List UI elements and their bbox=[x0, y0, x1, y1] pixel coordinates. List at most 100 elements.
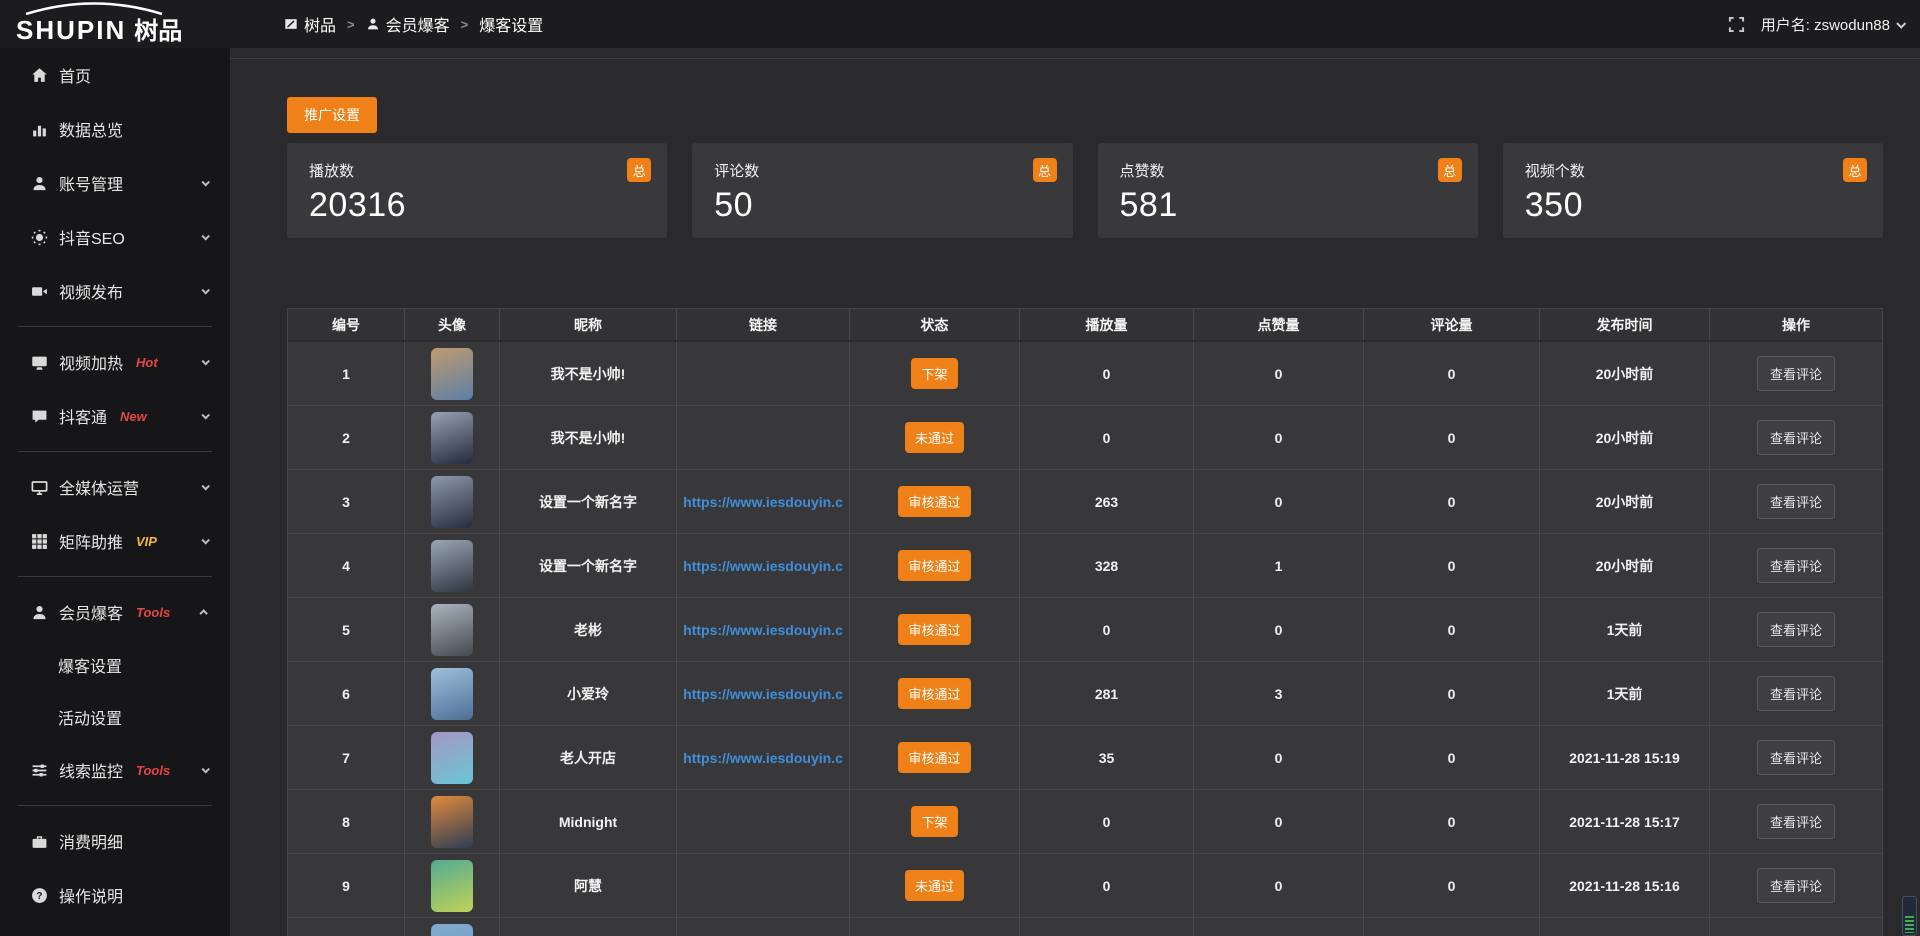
sidebar-item-抖音SEO[interactable]: 抖音SEO bbox=[0, 210, 230, 264]
sidebar-subitem-活动设置[interactable]: 活动设置 bbox=[0, 691, 230, 743]
promotion-settings-button[interactable]: 推广设置 bbox=[287, 97, 377, 133]
cell-action: 查看评论 bbox=[1710, 854, 1882, 917]
cell-link: https://www.iesdouyin.c bbox=[677, 470, 850, 533]
view-comments-button[interactable]: 查看评论 bbox=[1757, 484, 1835, 519]
cell-action: 查看评论 bbox=[1710, 534, 1882, 597]
cell-published bbox=[1540, 918, 1710, 936]
cell-id: 3 bbox=[288, 470, 405, 533]
cell-nickname: 我不是小帅! bbox=[500, 406, 677, 469]
view-comments-button[interactable]: 查看评论 bbox=[1757, 420, 1835, 455]
sidebar-item-label: 线索监控 bbox=[59, 758, 123, 782]
cell-status: 审核通过 bbox=[850, 598, 1020, 661]
cell-nickname: 设置一个新名字 bbox=[500, 534, 677, 597]
sidebar-item-视频加热[interactable]: 视频加热 Hot bbox=[0, 335, 230, 389]
chevron-icon bbox=[201, 178, 209, 186]
stat-card-value: 20316 bbox=[309, 186, 645, 225]
cell-published: 20小时前 bbox=[1540, 534, 1710, 597]
user-menu[interactable]: 用户名: zswodun88 bbox=[1761, 14, 1904, 35]
sidebar-item-label: 抖客通 bbox=[59, 404, 107, 428]
video-link[interactable]: https://www.iesdouyin.c bbox=[683, 494, 843, 510]
stat-cards: 播放数 总 20316 评论数 总 50 点赞数 总 581 视频个数 总 35… bbox=[287, 143, 1883, 238]
sidebar-item-抖客通[interactable]: 抖客通 New bbox=[0, 389, 230, 443]
screen-icon bbox=[30, 353, 49, 372]
topbar: SHUPIN 树品 树品>会员爆客>爆客设置 用户名: zswodun88 bbox=[0, 0, 1920, 48]
breadcrumb-item-1[interactable]: 树品 bbox=[284, 12, 336, 36]
gear-icon bbox=[30, 228, 49, 247]
table-row: 8 Midnight 下架 0 0 0 2021-11-28 15:17 查看评… bbox=[288, 790, 1882, 854]
status-badge: 审核通过 bbox=[898, 742, 970, 773]
cell-nickname: Midnight bbox=[500, 790, 677, 853]
view-comments-button[interactable]: 查看评论 bbox=[1757, 804, 1835, 839]
stat-card-value: 50 bbox=[714, 186, 1050, 225]
stat-card-label: 评论数 bbox=[714, 160, 1050, 181]
chevron-icon bbox=[201, 357, 209, 365]
view-comments-button[interactable]: 查看评论 bbox=[1757, 868, 1835, 903]
sidebar-item-会员爆客[interactable]: 会员爆客 Tools bbox=[0, 585, 230, 639]
sidebar-item-矩阵助推[interactable]: 矩阵助推 VIP bbox=[0, 514, 230, 568]
table-row bbox=[288, 918, 1882, 936]
sidebar-item-label: 会员爆客 bbox=[59, 600, 123, 624]
stat-card-label: 播放数 bbox=[309, 160, 645, 181]
cell-nickname bbox=[500, 918, 677, 936]
sidebar-item-数据总览[interactable]: 数据总览 bbox=[0, 102, 230, 156]
cell-avatar bbox=[405, 470, 500, 533]
sidebar-divider bbox=[18, 576, 212, 577]
cell-plays: 263 bbox=[1020, 470, 1194, 533]
cell-action: 查看评论 bbox=[1710, 598, 1882, 661]
corner-widget[interactable] bbox=[1902, 896, 1917, 936]
table-header-row: 编号头像昵称链接状态播放量点赞量评论量发布时间操作 bbox=[288, 309, 1882, 342]
cell-plays: 281 bbox=[1020, 662, 1194, 725]
cell-link: https://www.iesdouyin.c bbox=[677, 662, 850, 725]
cell-status: 未通过 bbox=[850, 854, 1020, 917]
sidebar-item-消费明细[interactable]: 消费明细 bbox=[0, 814, 230, 868]
sidebar-item-label: 首页 bbox=[59, 63, 91, 87]
video-link[interactable]: https://www.iesdouyin.c bbox=[683, 622, 843, 638]
cell-action: 查看评论 bbox=[1710, 662, 1882, 725]
video-link[interactable]: https://www.iesdouyin.c bbox=[683, 750, 843, 766]
cell-id: 7 bbox=[288, 726, 405, 789]
column-header-编号: 编号 bbox=[288, 309, 405, 340]
sidebar-item-badge: Hot bbox=[136, 355, 158, 370]
video-link[interactable]: https://www.iesdouyin.c bbox=[683, 686, 843, 702]
cell-id: 4 bbox=[288, 534, 405, 597]
stat-card-评论数: 评论数 总 50 bbox=[692, 143, 1072, 238]
sidebar-item-全媒体运营[interactable]: 全媒体运营 bbox=[0, 460, 230, 514]
cell-status: 下架 bbox=[850, 342, 1020, 405]
sidebar-item-线索监控[interactable]: 线索监控 Tools bbox=[0, 743, 230, 797]
breadcrumb-separator: > bbox=[461, 17, 469, 32]
cell-link bbox=[677, 854, 850, 917]
sidebar-item-label: 数据总览 bbox=[59, 117, 123, 141]
main-content: 推广设置 播放数 总 20316 评论数 总 50 点赞数 总 581 视频个数… bbox=[230, 48, 1920, 936]
panel-icon bbox=[284, 17, 298, 31]
cell-link bbox=[677, 790, 850, 853]
sidebar-item-视频发布[interactable]: 视频发布 bbox=[0, 264, 230, 318]
sidebar-item-账号管理[interactable]: 账号管理 bbox=[0, 156, 230, 210]
cell-published: 1天前 bbox=[1540, 598, 1710, 661]
view-comments-button[interactable]: 查看评论 bbox=[1757, 548, 1835, 583]
breadcrumb-item-3[interactable]: 爆客设置 bbox=[479, 12, 543, 36]
stat-card-播放数: 播放数 总 20316 bbox=[287, 143, 667, 238]
sidebar-subitem-爆客设置[interactable]: 爆客设置 bbox=[0, 639, 230, 691]
corner-widget-stripes bbox=[1905, 916, 1914, 933]
view-comments-button[interactable]: 查看评论 bbox=[1757, 612, 1835, 647]
fullscreen-icon[interactable] bbox=[1728, 16, 1745, 33]
cell-plays: 328 bbox=[1020, 534, 1194, 597]
sidebar-item-label: 矩阵助推 bbox=[59, 529, 123, 553]
cell-published: 2021-11-28 15:17 bbox=[1540, 790, 1710, 853]
view-comments-button[interactable]: 查看评论 bbox=[1757, 356, 1835, 391]
status-badge: 审核通过 bbox=[898, 614, 970, 645]
cell-likes: 0 bbox=[1194, 726, 1364, 789]
view-comments-button[interactable]: 查看评论 bbox=[1757, 740, 1835, 775]
sidebar-item-操作说明[interactable]: ? 操作说明 bbox=[0, 868, 230, 922]
sidebar-menu: 首页 数据总览 账号管理 抖音SEO 视频发布 视频加热 Hot 抖客通 bbox=[0, 48, 230, 936]
view-comments-button[interactable]: 查看评论 bbox=[1757, 676, 1835, 711]
video-link[interactable]: https://www.iesdouyin.c bbox=[683, 558, 843, 574]
column-header-发布时间: 发布时间 bbox=[1540, 309, 1710, 340]
breadcrumb-item-2[interactable]: 会员爆客 bbox=[366, 12, 450, 36]
sidebar-item-label: 账号管理 bbox=[59, 171, 123, 195]
table-body: 1 我不是小帅! 下架 0 0 0 20小时前 查看评论 2 我不是小帅! 未通… bbox=[288, 342, 1882, 936]
cell-nickname: 小爱玲 bbox=[500, 662, 677, 725]
cell-published: 20小时前 bbox=[1540, 342, 1710, 405]
stat-card-视频个数: 视频个数 总 350 bbox=[1503, 143, 1883, 238]
sidebar-item-首页[interactable]: 首页 bbox=[0, 48, 230, 102]
